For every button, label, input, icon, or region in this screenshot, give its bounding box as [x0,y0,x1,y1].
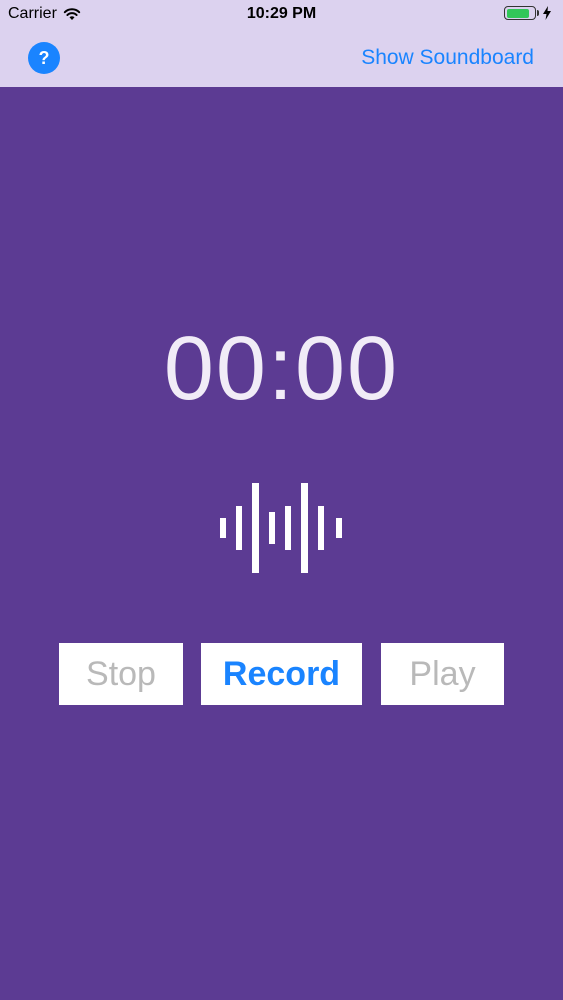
status-bar: Carrier 10:29 PM [0,0,563,30]
waveform-bar [236,506,242,550]
elapsed-timer: 00:00 [163,319,400,419]
show-soundboard-button[interactable]: Show Soundboard [361,46,534,70]
waveform-icon [220,483,342,573]
battery-icon [504,6,539,20]
waveform-bar [269,512,275,544]
waveform-bar [301,483,308,573]
playback-controls: Stop Record Play [0,643,563,705]
waveform-bar [285,506,291,550]
waveform-bar [336,518,342,538]
bolt-icon [543,6,551,20]
record-button[interactable]: Record [201,643,362,705]
waveform-bar [220,518,226,538]
battery-fill [506,8,529,18]
waveform-bar [252,483,259,573]
waveform-bar [318,506,324,550]
battery-indicator [504,6,551,20]
help-button[interactable]: ? [28,42,60,74]
navigation-bar: ? Show Soundboard [0,30,563,87]
stop-button[interactable]: Stop [59,643,183,705]
status-time: 10:29 PM [246,5,317,22]
play-button[interactable]: Play [381,643,504,705]
